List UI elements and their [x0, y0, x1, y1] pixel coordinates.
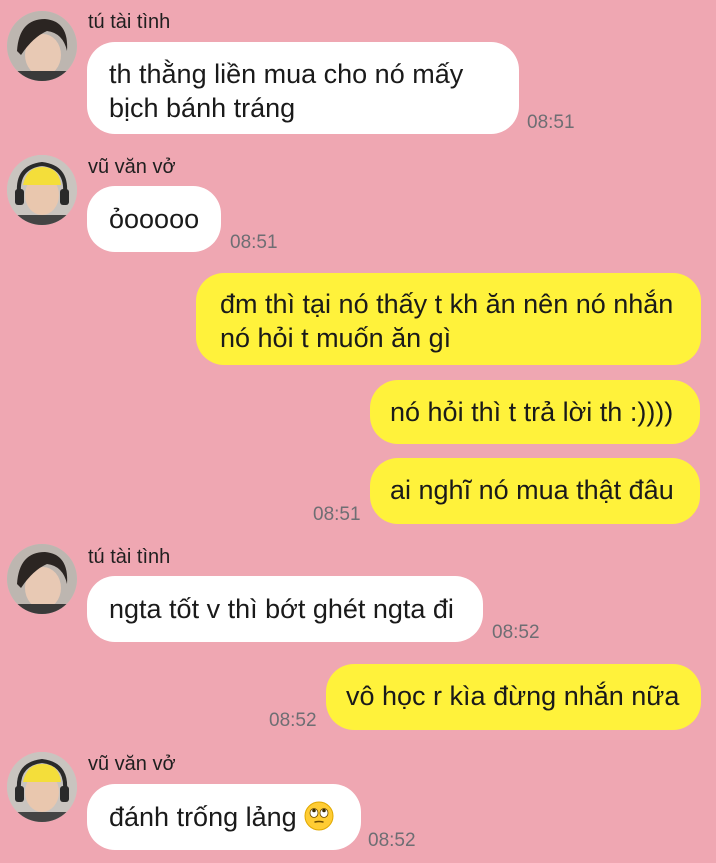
- sender-name: vũ văn vở: [88, 156, 176, 178]
- avatar-tu-tai-tinh[interactable]: [7, 11, 77, 81]
- avatar-vu-van-vo[interactable]: [7, 752, 77, 822]
- message-timestamp: 08:52: [368, 830, 416, 851]
- message-bubble-incoming[interactable]: ỏooooo: [87, 186, 221, 252]
- message-text: ỏooooo: [109, 204, 200, 234]
- message-bubble-outgoing[interactable]: ai nghĩ nó mua thật đâu: [370, 458, 700, 524]
- avatar-photo: [7, 11, 77, 81]
- avatar-tu-tai-tinh[interactable]: [7, 544, 77, 614]
- message-text: th thằng liền mua cho nó mấy bịch bánh t…: [109, 59, 464, 123]
- message-bubble-outgoing[interactable]: nó hỏi thì t trả lời th :)))): [370, 380, 700, 444]
- message-text: nó hỏi thì t trả lời th :)))): [390, 397, 674, 427]
- message-timestamp: 08:52: [269, 710, 317, 731]
- eye-roll-emoji-icon: [304, 801, 334, 831]
- message-text: đm thì tại nó thấy t kh ăn nên nó nhắn n…: [220, 289, 674, 353]
- sender-name: vũ văn vở: [88, 753, 176, 775]
- avatar-photo: [7, 544, 77, 614]
- message-timestamp: 08:51: [230, 232, 278, 253]
- avatar-photo: [7, 155, 77, 225]
- sender-name: tú tài tình: [88, 11, 171, 33]
- message-bubble-incoming[interactable]: th thằng liền mua cho nó mấy bịch bánh t…: [87, 42, 519, 134]
- message-bubble-incoming[interactable]: đánh trống lảng: [87, 784, 361, 850]
- message-text: đánh trống lảng: [109, 802, 297, 832]
- message-text: ai nghĩ nó mua thật đâu: [390, 475, 674, 505]
- message-timestamp: 08:51: [527, 112, 575, 133]
- message-timestamp: 08:52: [492, 622, 540, 643]
- message-text: ngta tốt v thì bớt ghét ngta đi: [109, 594, 454, 624]
- message-bubble-outgoing[interactable]: đm thì tại nó thấy t kh ăn nên nó nhắn n…: [196, 273, 701, 365]
- message-bubble-incoming[interactable]: ngta tốt v thì bớt ghét ngta đi: [87, 576, 483, 642]
- message-bubble-outgoing[interactable]: vô học r kìa đừng nhắn nữa: [326, 664, 701, 730]
- avatar-vu-van-vo[interactable]: [7, 155, 77, 225]
- sender-name: tú tài tình: [88, 546, 171, 568]
- message-text: vô học r kìa đừng nhắn nữa: [346, 681, 680, 711]
- avatar-photo: [7, 752, 77, 822]
- message-timestamp: 08:51: [313, 504, 361, 525]
